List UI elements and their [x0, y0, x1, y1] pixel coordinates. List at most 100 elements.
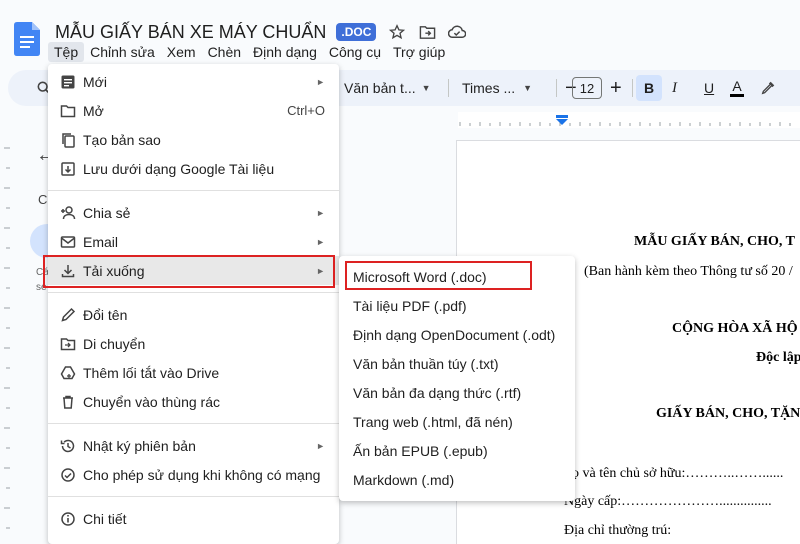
file-menu-item-new[interactable]: Mới ► — [48, 67, 339, 96]
menu-divider — [48, 496, 339, 497]
submenu-item-label: Trang web (.html, đã nén) — [353, 413, 513, 430]
offline-icon — [61, 468, 75, 482]
menu-item-label: Di chuyển — [83, 335, 146, 352]
menu-help[interactable]: Trợ giúp — [387, 42, 451, 62]
menu-divider — [48, 190, 339, 191]
submenu-item-label: Markdown (.md) — [353, 471, 455, 488]
document-title[interactable]: MẪU GIẤY BÁN XE MÁY CHUẨN — [55, 22, 326, 43]
chevron-down-icon: ▼ — [523, 83, 533, 93]
menu-item-label: Chia sẻ — [83, 204, 131, 221]
menu-format[interactable]: Định dạng — [247, 42, 323, 62]
history-icon — [60, 439, 75, 453]
submenu-arrow-icon: ► — [316, 236, 325, 247]
font-family-dropdown[interactable]: Times ... ▼ — [462, 70, 532, 106]
file-menu-item-move[interactable]: Di chuyển — [48, 329, 339, 358]
menu-item-label: Tạo bản sao — [83, 131, 161, 148]
file-menu-item-details[interactable]: Chi tiết — [48, 504, 339, 533]
email-icon — [60, 236, 76, 248]
menu-item-label: Mở — [83, 102, 104, 119]
download-option-odt[interactable]: Định dạng OpenDocument (.odt) — [339, 320, 575, 349]
menu-item-label: Nhật ký phiên bản — [83, 437, 196, 454]
file-menu-item-rename[interactable]: Đổi tên — [48, 300, 339, 329]
copy-icon — [62, 133, 75, 148]
doc-heading-line: GIẤY BÁN, CHO, TẶN — [656, 406, 800, 421]
pencil-icon — [61, 307, 76, 322]
download-option-pdf[interactable]: Tài liệu PDF (.pdf) — [339, 291, 575, 320]
font-size-input[interactable]: 12 — [572, 77, 602, 99]
download-highlight-box — [43, 255, 335, 288]
doc-text-line: (Ban hành kèm theo Thông tư số 20 / — [584, 264, 793, 279]
vertical-ruler[interactable] — [0, 128, 14, 544]
drive-shortcut-icon — [60, 366, 76, 380]
download-option-md[interactable]: Markdown (.md) — [339, 465, 575, 494]
menu-edit[interactable]: Chỉnh sửa — [84, 42, 161, 62]
folder-open-icon — [60, 105, 76, 118]
toolbar-divider — [448, 79, 449, 97]
file-menu-item-share[interactable]: Chia sẻ ► — [48, 198, 339, 227]
word-option-highlight-box — [345, 261, 532, 290]
menu-file[interactable]: Tệp — [48, 42, 85, 62]
new-document-icon — [61, 75, 75, 89]
download-option-txt[interactable]: Văn bản thuần túy (.txt) — [339, 349, 575, 378]
file-menu-item-trash[interactable]: Chuyển vào thùng rác — [48, 387, 339, 416]
text-color-swatch — [730, 94, 744, 97]
submenu-arrow-icon: ► — [316, 207, 325, 218]
download-option-rtf[interactable]: Văn bản đa dạng thức (.rtf) — [339, 378, 575, 407]
cloud-status-icon[interactable] — [448, 23, 467, 41]
menu-item-label: Thêm lối tắt vào Drive — [83, 364, 220, 381]
trash-icon — [63, 395, 73, 409]
text-color-label: A — [732, 78, 742, 94]
toolbar-divider — [632, 79, 633, 97]
menu-tools[interactable]: Công cụ — [323, 42, 387, 62]
google-docs-logo-icon[interactable] — [14, 22, 40, 56]
toolbar-divider — [556, 79, 557, 97]
paragraph-style-label: Văn bản t... — [344, 80, 416, 96]
shortcut-label: Ctrl+O — [287, 103, 325, 118]
info-icon — [61, 512, 75, 526]
paragraph-style-dropdown[interactable]: Văn bản t... ▼ — [344, 70, 431, 106]
move-folder-icon[interactable] — [418, 23, 436, 41]
download-option-html[interactable]: Trang web (.html, đã nén) — [339, 407, 575, 436]
doc-text-line: ọ và tên chủ sở hữu:………..……...... — [572, 466, 784, 481]
share-person-icon — [61, 206, 76, 220]
file-menu-item-add-shortcut[interactable]: Thêm lối tắt vào Drive — [48, 358, 339, 387]
title-row: MẪU GIẤY BÁN XE MÁY CHUẨN .DOC — [55, 20, 467, 44]
submenu-item-label: Văn bản đa dạng thức (.rtf) — [353, 384, 522, 401]
underline-button[interactable]: U — [704, 70, 714, 106]
file-menu-item-save-as-docs[interactable]: Lưu dưới dạng Google Tài liệu — [48, 154, 339, 183]
save-as-docs-icon — [61, 162, 75, 176]
menu-item-label: Chi tiết — [83, 510, 127, 527]
horizontal-ruler[interactable] — [340, 112, 800, 128]
doc-text-line: Ngày cấp:…………………............... — [564, 494, 772, 509]
download-option-epub[interactable]: Ấn bản EPUB (.epub) — [339, 436, 575, 465]
increase-font-size-button[interactable]: + — [610, 70, 622, 106]
submenu-item-label: Tài liệu PDF (.pdf) — [353, 297, 467, 314]
text-color-button[interactable]: A — [730, 70, 744, 106]
move-folder-icon — [60, 338, 76, 351]
submenu-item-label: Định dạng OpenDocument (.odt) — [353, 326, 556, 343]
italic-button[interactable]: I — [672, 70, 677, 106]
file-menu-item-email[interactable]: Email ► — [48, 227, 339, 256]
file-menu: Mới ► Mở Ctrl+O Tạo bản sao Lưu dưới dạn… — [48, 64, 339, 544]
star-icon[interactable] — [388, 23, 406, 41]
file-menu-item-version-history[interactable]: Nhật ký phiên bản ► — [48, 431, 339, 460]
doc-heading-line: Độc lập — [756, 350, 800, 365]
doc-heading-line: MẪU GIẤY BÁN, CHO, T — [634, 234, 796, 249]
bold-button[interactable]: B — [636, 75, 662, 101]
doc-text-line: Địa chỉ thường trú: — [564, 523, 672, 538]
menu-divider — [48, 292, 339, 293]
file-menu-item-offline[interactable]: Cho phép sử dụng khi không có mạng — [48, 460, 339, 489]
menu-item-label: Chuyển vào thùng rác — [83, 393, 220, 410]
submenu-item-label: Ấn bản EPUB (.epub) — [353, 442, 488, 459]
menu-item-label: Lưu dưới dạng Google Tài liệu — [83, 160, 275, 177]
file-menu-item-open[interactable]: Mở Ctrl+O — [48, 96, 339, 125]
menu-bar: Tệp Chỉnh sửa Xem Chèn Định dạng Công cụ… — [48, 42, 451, 62]
menu-view[interactable]: Xem — [161, 42, 202, 62]
highlight-pen-icon[interactable] — [760, 70, 776, 106]
file-menu-item-make-copy[interactable]: Tạo bản sao — [48, 125, 339, 154]
font-family-label: Times ... — [462, 80, 516, 96]
menu-item-label: Email — [83, 233, 119, 250]
menu-item-label: Đổi tên — [83, 306, 128, 323]
submenu-arrow-icon: ► — [316, 440, 325, 451]
menu-insert[interactable]: Chèn — [202, 42, 247, 62]
